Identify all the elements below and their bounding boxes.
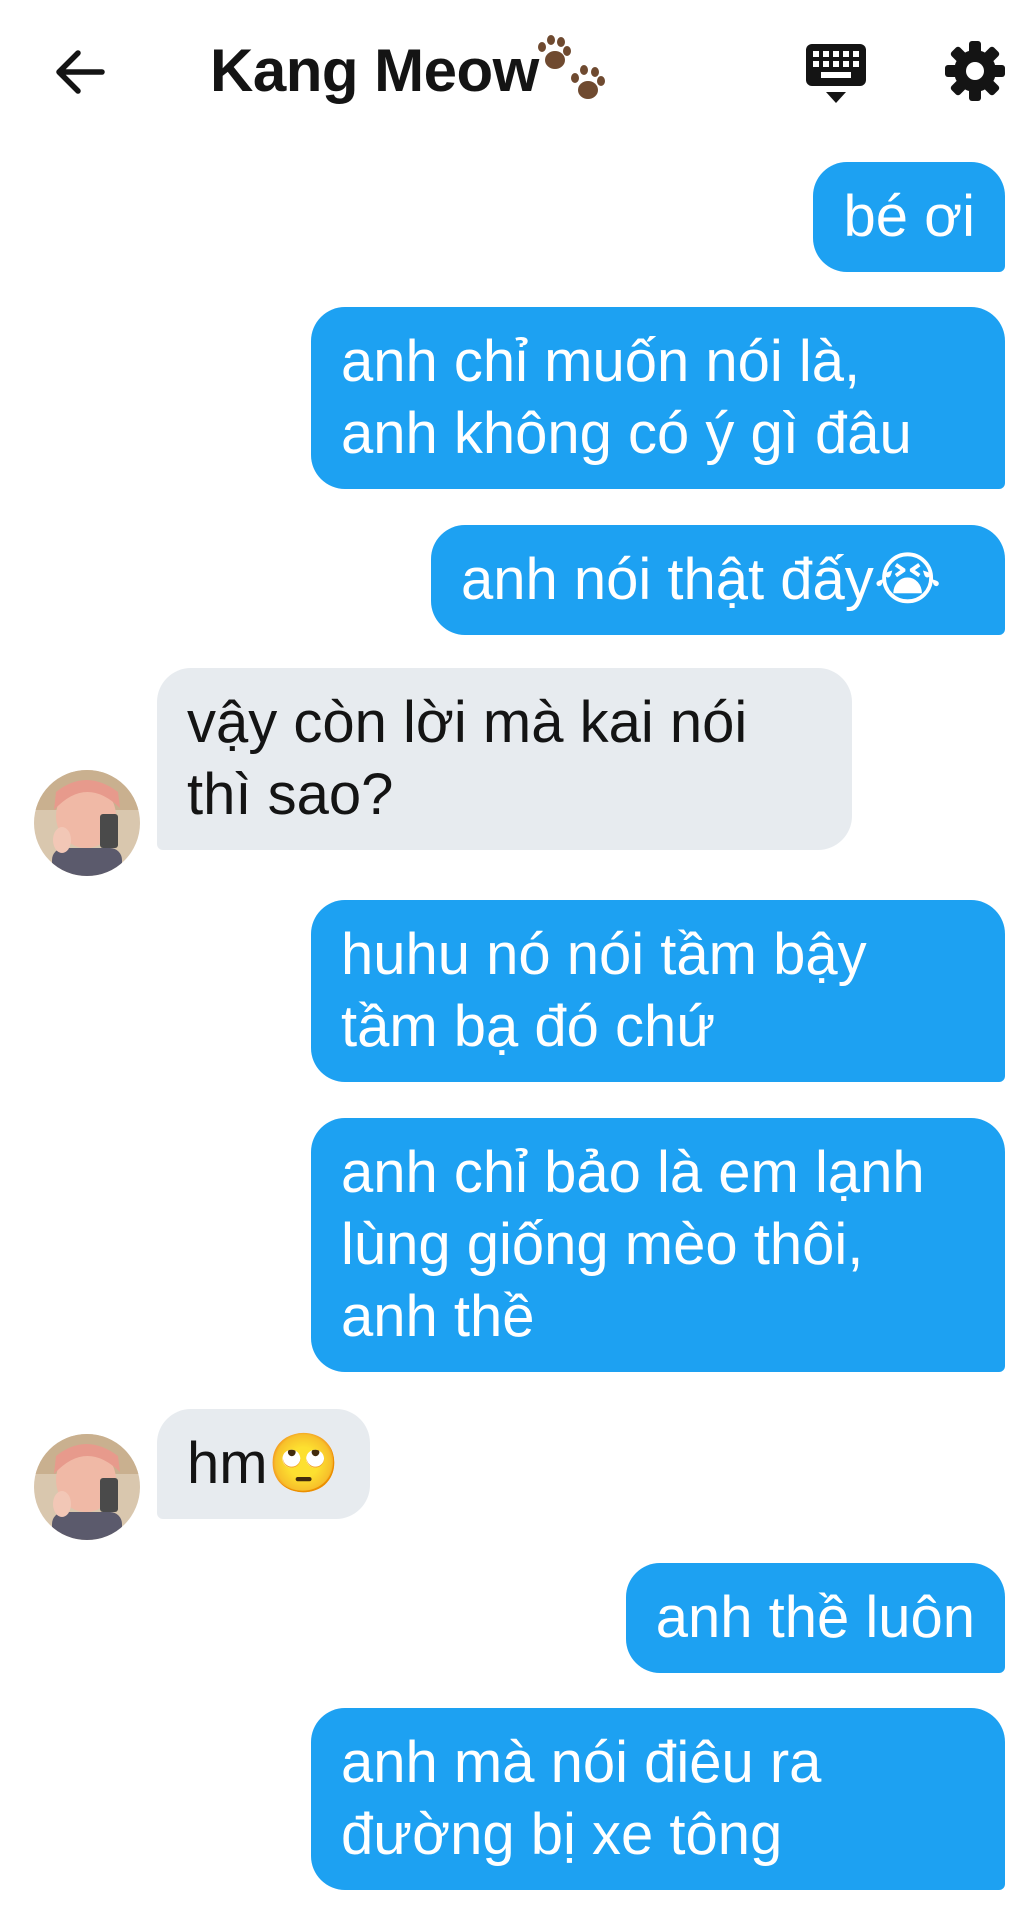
avatar[interactable] [34, 1434, 140, 1540]
message-line: hm🙄 [187, 1431, 340, 1496]
message-line: tầm bạ đó chứ [341, 994, 716, 1059]
message-line: anh thề [341, 1284, 535, 1349]
outgoing-message[interactable]: anh chỉ bảo là em lạnh lùng giống mèo th… [311, 1118, 1005, 1372]
message-line: đường bị xe tông [341, 1802, 783, 1867]
message-line: anh nói thật đấy😭 [461, 547, 942, 612]
message-line: anh không có ý gì đâu [341, 401, 912, 466]
outgoing-message[interactable]: anh nói thật đấy😭 [431, 525, 1005, 635]
message-line: anh thề luôn [655, 1585, 975, 1650]
outgoing-message[interactable]: anh chỉ muốn nói là, anh không có ý gì đ… [311, 307, 1005, 489]
message-line: huhu nó nói tầm bậy [341, 922, 867, 987]
paw-prints-icon [538, 35, 605, 99]
arrow-left-icon[interactable] [50, 42, 110, 102]
outgoing-message[interactable]: anh mà nói điêu ra đường bị xe tông [311, 1708, 1005, 1890]
outgoing-message[interactable]: bé ơi [813, 162, 1005, 272]
incoming-message[interactable]: hm🙄 [157, 1409, 370, 1519]
message-line: vậy còn lời mà kai nói [187, 690, 748, 755]
message-line: anh mà nói điêu ra [341, 1730, 822, 1795]
gear-icon[interactable] [944, 40, 1006, 102]
avatar[interactable] [34, 770, 140, 876]
message-line: anh chỉ bảo là em lạnh [341, 1140, 925, 1205]
outgoing-message[interactable]: huhu nó nói tầm bậy tầm bạ đó chứ [311, 900, 1005, 1082]
incoming-message[interactable]: vậy còn lời mà kai nói thì sao? [157, 668, 852, 850]
message-line: bé ơi [843, 184, 975, 249]
chat-header: Kang Meow [0, 0, 1035, 145]
keyboard-icon[interactable] [804, 42, 868, 106]
outgoing-message[interactable]: anh thề luôn [625, 1563, 1005, 1673]
chat-title: Kang Meow [210, 37, 539, 104]
message-line: lùng giống mèo thôi, [341, 1212, 864, 1277]
message-line: anh chỉ muốn nói là, [341, 329, 861, 394]
message-line: thì sao? [187, 762, 394, 827]
